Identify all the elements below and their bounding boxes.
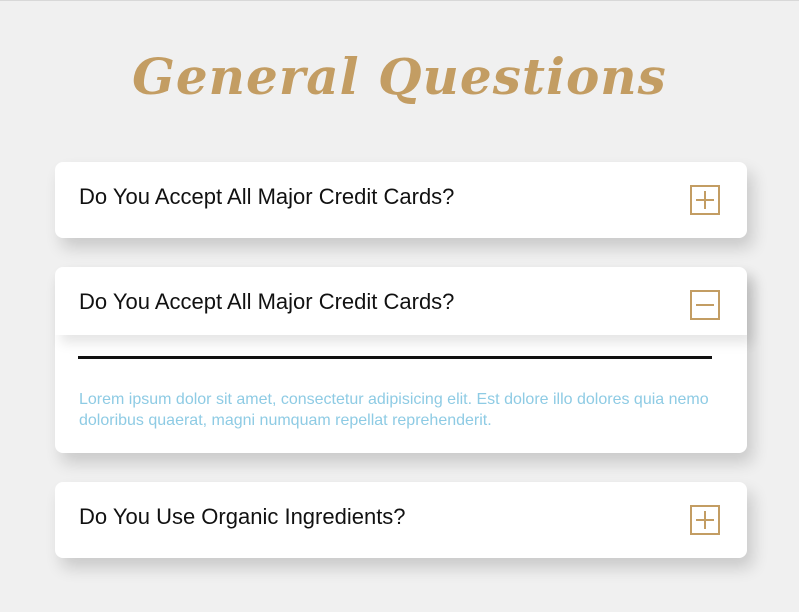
faq-header-organic-ingredients[interactable]: Do You Use Organic Ingredients? [55,482,747,550]
faq-header-credit-cards[interactable]: Do You Accept All Major Credit Cards? [55,162,747,230]
faq-question: Do You Accept All Major Credit Cards? [79,289,455,314]
faq-answer: Lorem ipsum dolor sit amet, consectetur … [79,391,709,429]
faq-question: Do You Accept All Major Credit Cards? [79,184,455,209]
minus-icon [696,304,714,306]
faq-item-credit-cards: Do You Accept All Major Credit Cards? [55,162,747,238]
expand-toggle-button[interactable] [690,505,720,535]
collapse-toggle-button[interactable] [690,290,720,320]
expand-toggle-button[interactable] [690,185,720,215]
faq-header-credit-cards-expanded[interactable]: Do You Accept All Major Credit Cards? [55,267,747,335]
faq-item-credit-cards-expanded: Do You Accept All Major Credit Cards? Lo… [55,267,747,453]
page-title: General Questions [132,46,667,106]
faq-item-organic-ingredients: Do You Use Organic Ingredients? [55,482,747,558]
plus-icon [696,191,714,209]
plus-icon [696,511,714,529]
faq-question: Do You Use Organic Ingredients? [79,504,406,529]
faq-divider [78,356,712,359]
